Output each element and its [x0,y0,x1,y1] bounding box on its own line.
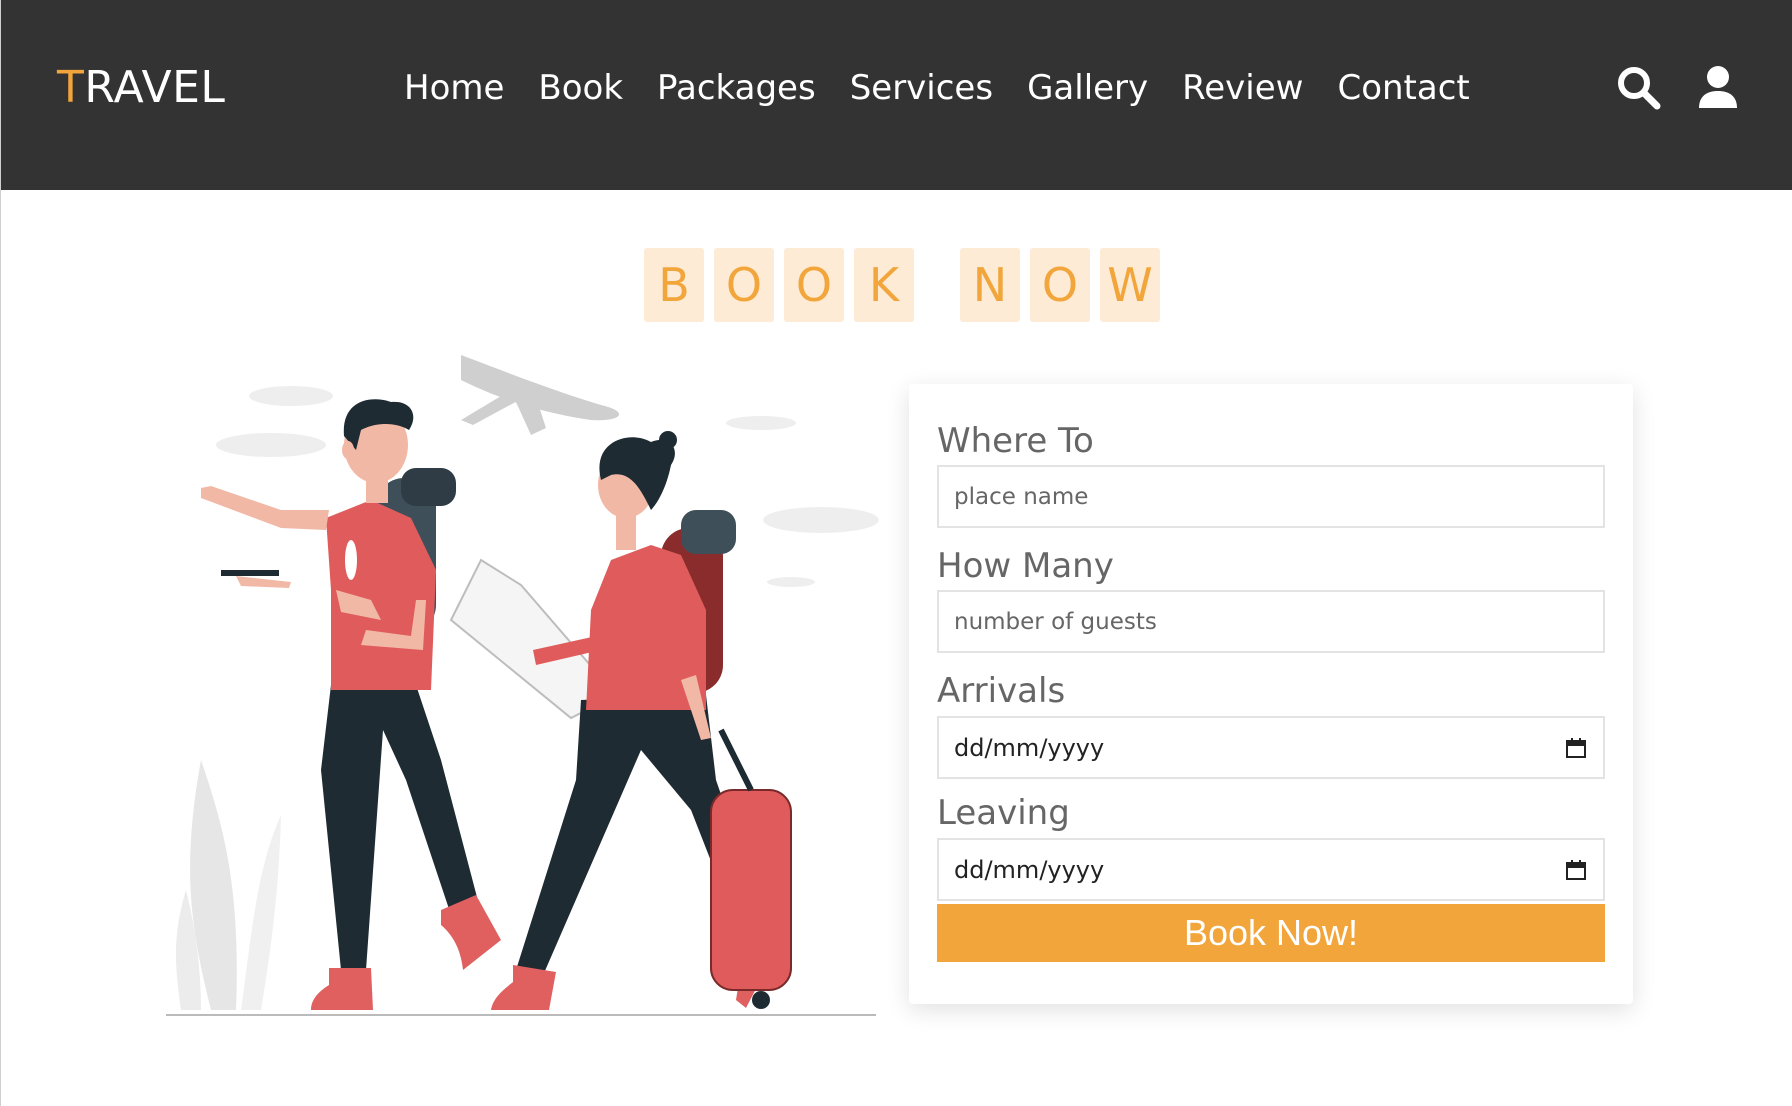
woman-figure [449,431,792,1010]
how-many-input[interactable]: number of guests [937,590,1605,653]
travel-illustration [166,355,879,1016]
calendar-icon[interactable] [1565,859,1587,881]
search-icon[interactable] [1615,64,1661,110]
user-icon[interactable] [1695,64,1741,110]
nav-link-book[interactable]: Book [538,71,623,105]
heading-letter: B [644,248,704,322]
nav-link-review[interactable]: Review [1182,71,1303,105]
where-to-label: Where To [937,421,1094,461]
heading-letter: O [1030,248,1090,322]
heading-letter: O [714,248,774,322]
heading-letter: W [1100,248,1160,322]
cloud-shapes [216,386,879,587]
nav-link-gallery[interactable]: Gallery [1027,71,1148,105]
heading-letter: O [784,248,844,322]
arrivals-date-input[interactable]: dd/mm/yyyy [937,716,1605,779]
leaving-date-input[interactable]: dd/mm/yyyy [937,838,1605,901]
calendar-icon[interactable] [1565,737,1587,759]
man-figure [201,399,501,1010]
heading-letter: K [854,248,914,322]
nav-link-home[interactable]: Home [404,71,504,105]
nav-link-contact[interactable]: Contact [1337,71,1469,105]
leaving-date-value: dd/mm/yyyy [954,855,1105,884]
arrivals-date-value: dd/mm/yyyy [954,733,1105,762]
airplane-icon [461,355,620,435]
book-now-button[interactable]: Book Now! [937,904,1605,962]
nav-link-packages[interactable]: Packages [657,71,816,105]
booking-form-card: Where To place name How Many number of g… [909,384,1633,1004]
where-to-input[interactable]: place name [937,465,1605,528]
section-heading: B O O K N O W [1,248,1792,322]
plant-shapes [176,760,281,1010]
arrivals-label: Arrivals [937,671,1066,711]
header-icons [1615,64,1741,110]
brand-logo[interactable]: TRAVEL [57,66,225,110]
heading-letter: N [960,248,1020,322]
leaving-label: Leaving [937,793,1070,833]
main-nav: Home Book Packages Services Gallery Revi… [404,71,1504,105]
brand-logo-accent: T [57,62,85,113]
heading-space [924,248,950,322]
how-many-label: How Many [937,546,1114,586]
brand-logo-text: RAVEL [84,62,226,113]
nav-link-services[interactable]: Services [850,71,993,105]
top-navbar: TRAVEL Home Book Packages Services Galle… [1,0,1792,190]
